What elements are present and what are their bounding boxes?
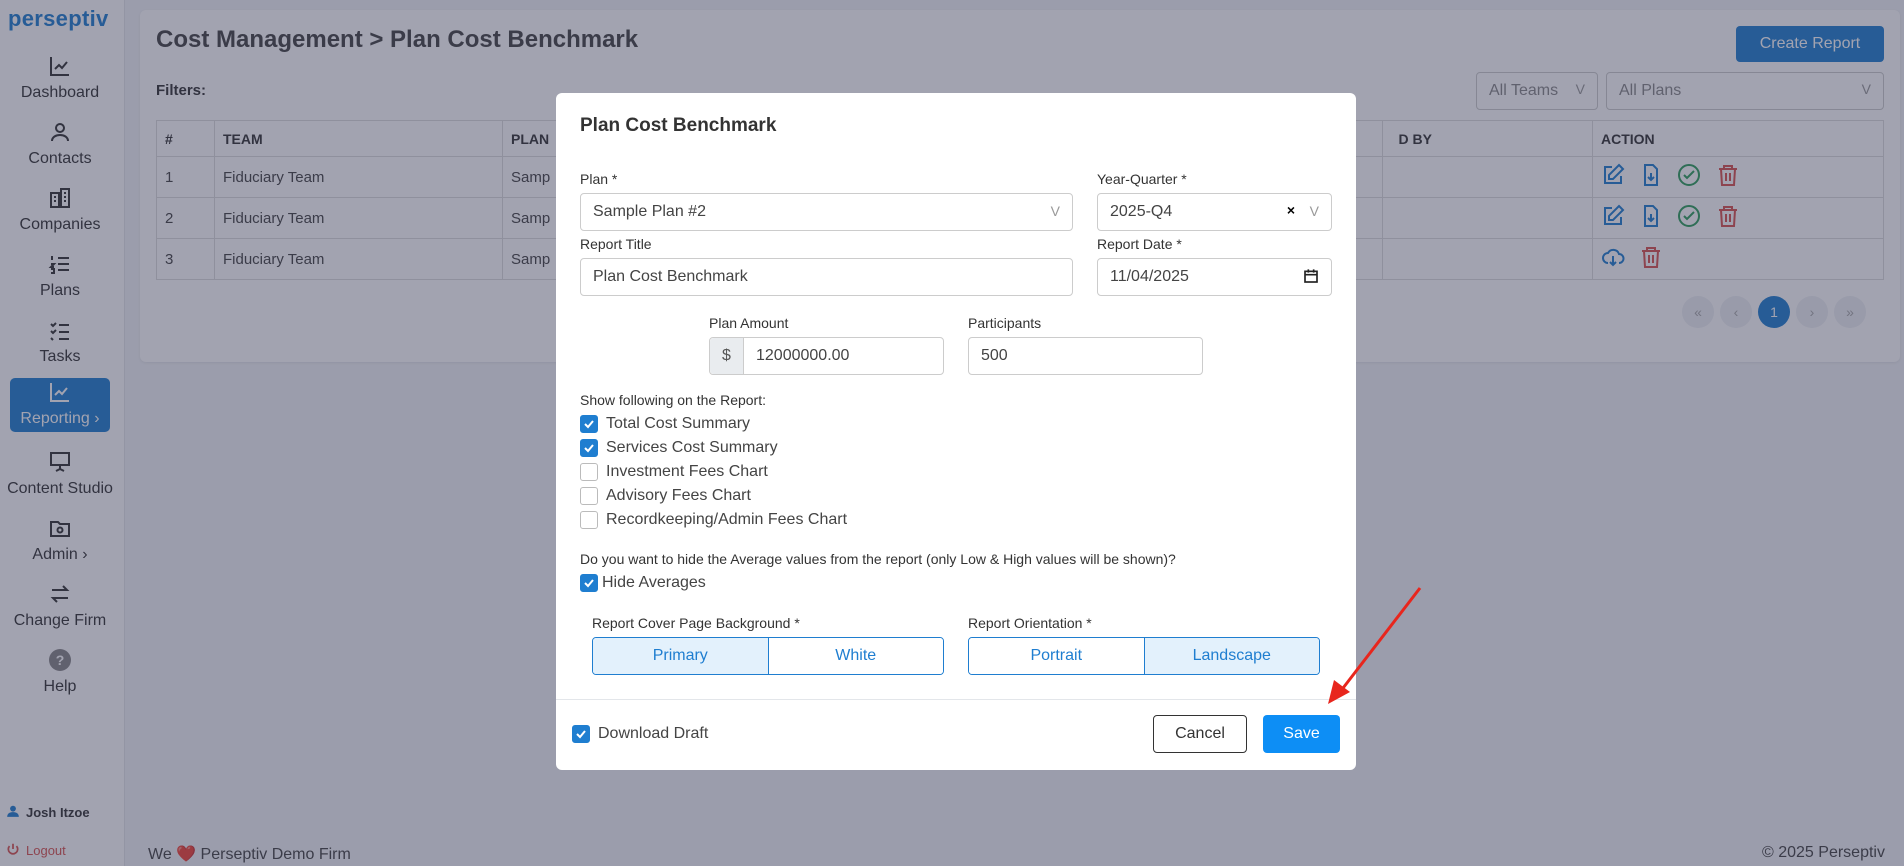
modal-footer-divider bbox=[556, 699, 1356, 700]
option-hide-averages[interactable]: Hide Averages bbox=[580, 574, 706, 592]
hide-averages-question: Do you want to hide the Average values f… bbox=[580, 551, 1176, 567]
orientation-label: Report Orientation * bbox=[968, 615, 1092, 631]
participants-input[interactable]: 500 bbox=[968, 337, 1203, 375]
option-investment-fees-chart[interactable]: Investment Fees Chart bbox=[580, 463, 768, 481]
plan-label: Plan * bbox=[580, 171, 618, 187]
option-label: Total Cost Summary bbox=[606, 415, 751, 432]
report-date-value: 11/04/2025 bbox=[1110, 268, 1189, 285]
checkbox-checked[interactable] bbox=[580, 439, 598, 457]
orientation-toggle: Portrait Landscape bbox=[968, 637, 1320, 675]
report-title-value: Plan Cost Benchmark bbox=[593, 268, 748, 285]
report-date-label: Report Date * bbox=[1097, 236, 1182, 252]
option-recordkeeping-fees-chart[interactable]: Recordkeeping/Admin Fees Chart bbox=[580, 511, 847, 529]
report-title-label: Report Title bbox=[580, 236, 652, 252]
checkbox-checked[interactable] bbox=[572, 725, 590, 743]
cover-background-label: Report Cover Page Background * bbox=[592, 615, 800, 631]
participants-value: 500 bbox=[981, 347, 1008, 364]
cover-primary-button[interactable]: Primary bbox=[593, 638, 768, 674]
checkbox-unchecked[interactable] bbox=[580, 487, 598, 505]
option-label: Hide Averages bbox=[602, 574, 706, 591]
calendar-icon[interactable] bbox=[1303, 268, 1319, 289]
clear-icon[interactable]: × bbox=[1287, 202, 1295, 218]
option-label: Recordkeeping/Admin Fees Chart bbox=[606, 511, 848, 528]
chevron-down-icon: V bbox=[1050, 203, 1060, 219]
option-label: Download Draft bbox=[598, 725, 709, 742]
plan-select[interactable]: Sample Plan #2 V bbox=[580, 193, 1073, 231]
checkbox-checked[interactable] bbox=[580, 574, 598, 592]
option-label: Advisory Fees Chart bbox=[606, 487, 751, 504]
option-advisory-fees-chart[interactable]: Advisory Fees Chart bbox=[580, 487, 751, 505]
year-quarter-select[interactable]: 2025-Q4 × V bbox=[1097, 193, 1332, 231]
chevron-down-icon: V bbox=[1309, 203, 1319, 219]
plan-amount-value: 12000000.00 bbox=[756, 347, 850, 364]
plan-cost-benchmark-modal: Plan Cost Benchmark Plan * Sample Plan #… bbox=[556, 93, 1356, 770]
plan-amount-input[interactable]: $ 12000000.00 bbox=[709, 337, 944, 375]
download-draft-option[interactable]: Download Draft bbox=[572, 725, 708, 743]
modal-title: Plan Cost Benchmark bbox=[580, 115, 777, 136]
annotation-arrow-icon bbox=[1328, 587, 1422, 704]
option-label: Investment Fees Chart bbox=[606, 463, 768, 480]
checkbox-unchecked[interactable] bbox=[580, 511, 598, 529]
checkbox-checked[interactable] bbox=[580, 415, 598, 433]
plan-select-value: Sample Plan #2 bbox=[593, 203, 706, 220]
show-options-label: Show following on the Report: bbox=[580, 392, 766, 408]
report-date-input[interactable]: 11/04/2025 bbox=[1097, 258, 1332, 296]
year-quarter-value: 2025-Q4 bbox=[1110, 203, 1173, 220]
orientation-portrait-button[interactable]: Portrait bbox=[969, 638, 1144, 674]
save-button[interactable]: Save bbox=[1263, 715, 1340, 753]
currency-prefix: $ bbox=[710, 338, 744, 374]
cover-background-toggle: Primary White bbox=[592, 637, 944, 675]
option-services-cost-summary[interactable]: Services Cost Summary bbox=[580, 439, 778, 457]
participants-label: Participants bbox=[968, 315, 1042, 331]
cover-white-button[interactable]: White bbox=[767, 638, 943, 674]
orientation-landscape-button[interactable]: Landscape bbox=[1143, 638, 1319, 674]
year-quarter-label: Year-Quarter * bbox=[1097, 171, 1187, 187]
plan-amount-label: Plan Amount bbox=[709, 315, 789, 331]
option-total-cost-summary[interactable]: Total Cost Summary bbox=[580, 415, 750, 433]
checkbox-unchecked[interactable] bbox=[580, 463, 598, 481]
option-label: Services Cost Summary bbox=[606, 439, 778, 456]
cancel-button[interactable]: Cancel bbox=[1153, 715, 1247, 753]
report-title-input[interactable]: Plan Cost Benchmark bbox=[580, 258, 1073, 296]
